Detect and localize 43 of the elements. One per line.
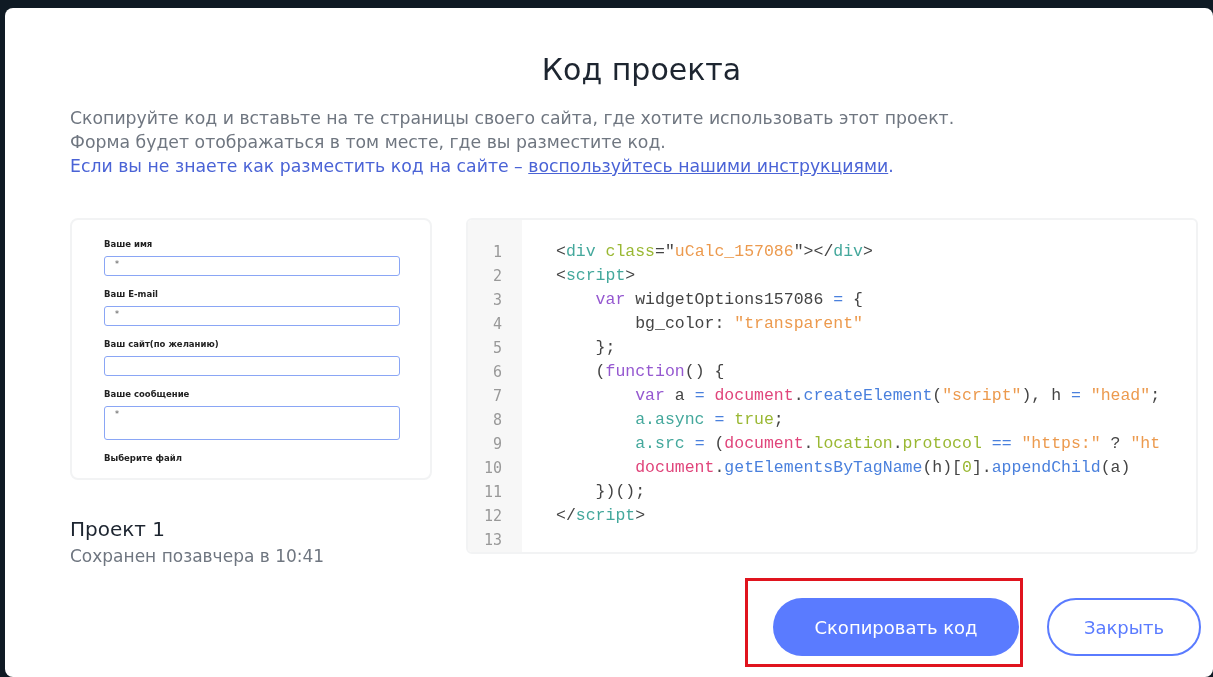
field-label: Ваше сообщение: [104, 388, 191, 400]
instruction-text: Скопируйте код и вставьте на те страницы своего сайта, где хотите использовать этот проект.: [70, 107, 956, 130]
field-label: Ваше имя: [104, 238, 154, 250]
field-label: Ваш сайт(по желанию): [104, 338, 220, 350]
code-line: <script>: [556, 266, 636, 285]
code-line: </script>: [556, 506, 646, 525]
field-label: Ваш E-mail: [104, 288, 159, 300]
instructions-link[interactable]: воспользуйтесь нашими инструкциями: [528, 156, 889, 176]
code-line: bg_color: "transparent": [634, 314, 863, 333]
line-number: 10: [482, 458, 503, 479]
code-line: a.async = true;: [634, 410, 784, 429]
line-number: 3: [491, 290, 503, 311]
line-number: 11: [482, 482, 503, 503]
line-number: 2: [491, 266, 503, 287]
instruction-text: Форма будет отображаться в том месте, где вы разместите код.: [70, 131, 667, 154]
input-field[interactable]: [104, 356, 400, 376]
code-line: var widgetOptions157086 = {: [594, 290, 863, 309]
field-label: Выберите файл: [104, 452, 183, 464]
line-number: 4: [491, 314, 503, 335]
line-number: 12: [482, 506, 503, 527]
line-number: 13: [482, 530, 503, 551]
input-field[interactable]: *: [104, 306, 400, 326]
line-number: 1: [491, 242, 503, 263]
help-text: Если вы не знаете как разместить код на сайте – воспользуйтесь нашими инструкциями.: [70, 155, 895, 178]
input-field[interactable]: *: [104, 256, 400, 276]
code-line: document.getElementsByTagName(h)[0].appendChild(a): [634, 458, 1131, 477]
copy-code-button[interactable]: Скопировать код: [773, 598, 1019, 656]
code-line: <div class="uCalc_157086"></div>: [556, 242, 873, 261]
input-field[interactable]: *: [104, 406, 400, 440]
code-line: };: [594, 338, 616, 357]
line-number: 5: [491, 338, 503, 359]
code-line: var a = document.createElement("script"), h = "head";: [634, 386, 1161, 405]
code-line: })();: [594, 482, 646, 501]
code-line: (function() {: [594, 362, 725, 381]
code-line: a.src = (document.location.protocol == "https:" ? "ht: [634, 434, 1161, 453]
line-number: 6: [491, 362, 503, 383]
dialog-title: Код проекта: [540, 52, 743, 88]
saved-time: Сохранен позавчера в 10:41: [70, 546, 326, 566]
project-name: Проект 1: [70, 516, 167, 542]
line-number: 9: [491, 434, 503, 455]
line-number: 8: [491, 410, 503, 431]
line-number: 7: [491, 386, 503, 407]
close-button[interactable]: Закрыть: [1047, 598, 1201, 656]
